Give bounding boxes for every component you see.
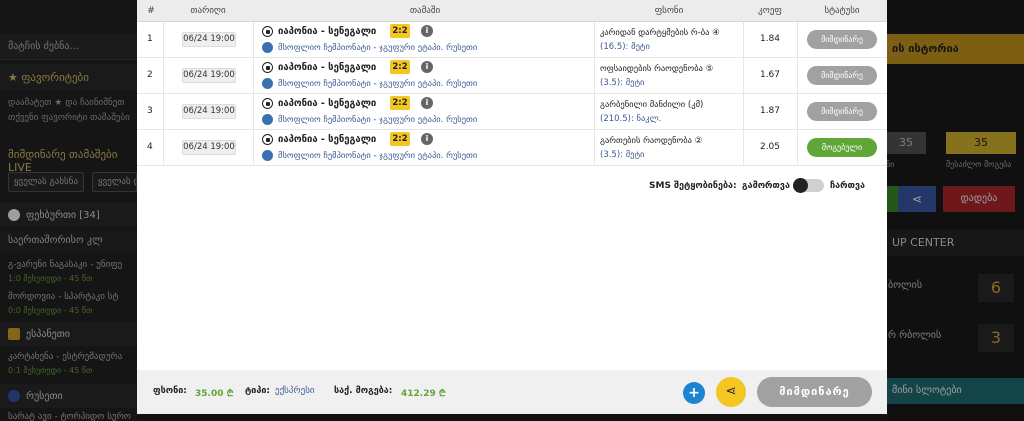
league-name: მსოფლიო ჩემპიონატი - ჯგუფური ეტაპი. რუსე… (278, 115, 478, 125)
row-number: 2 (147, 70, 153, 80)
league-name: მსოფლიო ჩემპიონატი - ჯგუფური ეტაპი. რუსე… (278, 151, 478, 161)
share-icon: ⋖ (725, 384, 737, 399)
add-button[interactable]: + (683, 382, 705, 404)
row-date: 06/24 19:00 (182, 68, 236, 83)
row-date: 06/24 19:00 (182, 32, 236, 47)
toggle-knob (793, 178, 808, 193)
bet-market: გარბენილი მანძილი (კმ) (600, 100, 704, 110)
football-icon (262, 98, 273, 109)
table-row: 3 06/24 19:00 იაპონია - სენეგალი 2:2 i მ… (137, 94, 887, 130)
type-label: ტიპი: (245, 386, 271, 396)
odd-value: 1.84 (759, 34, 781, 44)
bet-details-modal: # თარიღი თამაში ფსონი კოეფ სტატუსი 1 06/… (137, 0, 887, 414)
row-number: 4 (147, 142, 153, 152)
share-button[interactable]: ⋖ (716, 377, 746, 407)
status-badge: მოგებული (807, 138, 877, 157)
info-icon[interactable]: i (421, 25, 433, 37)
bet-market: გართების რაოდენობა ② (600, 136, 703, 146)
score-badge: 2:2 (390, 24, 410, 38)
info-icon[interactable]: i (421, 133, 433, 145)
score-badge: 2:2 (390, 132, 410, 146)
table-row: 1 06/24 19:00 იაპონია - სენეგალი 2:2 i მ… (137, 22, 887, 58)
match-title[interactable]: იაპონია - სენეგალი (278, 134, 376, 145)
header-bet: ფსონი (654, 6, 684, 16)
possible-win-value: 412.29 ₾ (401, 389, 446, 399)
globe-icon (262, 42, 273, 53)
football-icon (262, 62, 273, 73)
modal-footer: ფსონი: 35.00 ₾ ტიპი: ექსპრესი საქ. მოგებ… (137, 370, 887, 414)
status-badge: მიმდინარე (807, 102, 877, 121)
plus-icon: + (688, 385, 700, 401)
bet-status-button[interactable]: მიმდინარე (757, 377, 872, 407)
bet-selection: (210.5): ნაკლ. (600, 114, 662, 124)
info-icon[interactable]: i (421, 61, 433, 73)
stake-value: 35.00 ₾ (195, 389, 234, 399)
sms-off-label[interactable]: გამორთვა (742, 181, 790, 191)
football-icon (262, 26, 273, 37)
bet-selection: (3.5): მეტი (600, 78, 645, 88)
table-header: # თარიღი თამაში ფსონი კოეფ სტატუსი (137, 0, 887, 22)
football-icon (262, 134, 273, 145)
odd-value: 1.67 (759, 70, 781, 80)
status-badge: მიმდინარე (807, 66, 877, 85)
header-game: თამაში (409, 6, 441, 16)
header-date: თარიღი (190, 6, 226, 16)
match-title[interactable]: იაპონია - სენეგალი (278, 62, 376, 73)
row-number: 1 (147, 34, 153, 44)
info-icon[interactable]: i (421, 97, 433, 109)
league-name: მსოფლიო ჩემპიონატი - ჯგუფური ეტაპი. რუსე… (278, 43, 478, 53)
sms-label: SMS შეტყობინება: (649, 181, 737, 191)
score-badge: 2:2 (390, 60, 410, 74)
odd-value: 1.87 (759, 106, 781, 116)
status-badge: მიმდინარე (807, 30, 877, 49)
row-date: 06/24 19:00 (182, 140, 236, 155)
header-status: სტატუსი (824, 6, 860, 16)
globe-icon (262, 78, 273, 89)
header-odd: კოეფ (758, 6, 782, 16)
odd-value: 2.05 (759, 142, 781, 152)
bet-market: კარიდან დარტყმების რ-ბა ④ (600, 28, 720, 38)
globe-icon (262, 114, 273, 125)
sms-on-label[interactable]: ჩართვა (830, 181, 865, 191)
table-row: 2 06/24 19:00 იაპონია - სენეგალი 2:2 i მ… (137, 58, 887, 94)
type-value: ექსპრესი (275, 386, 315, 396)
sms-toggle[interactable] (793, 178, 824, 193)
header-num: # (147, 6, 155, 16)
bet-selection: (16.5): მეტი (600, 42, 650, 52)
table-row: 4 06/24 19:00 იაპონია - სენეგალი 2:2 i მ… (137, 130, 887, 166)
globe-icon (262, 150, 273, 161)
match-title[interactable]: იაპონია - სენეგალი (278, 26, 376, 37)
bet-selection: (3.5): მეტი (600, 150, 645, 160)
possible-win-label: საქ. მოგება: (334, 386, 393, 396)
match-title[interactable]: იაპონია - სენეგალი (278, 98, 376, 109)
row-date: 06/24 19:00 (182, 104, 236, 119)
score-badge: 2:2 (390, 96, 410, 110)
stake-label: ფსონი: (153, 386, 187, 396)
bet-market: ოფსაიდების რაოდენობა ⑤ (600, 64, 714, 74)
row-number: 3 (147, 106, 153, 116)
league-name: მსოფლიო ჩემპიონატი - ჯგუფური ეტაპი. რუსე… (278, 79, 478, 89)
